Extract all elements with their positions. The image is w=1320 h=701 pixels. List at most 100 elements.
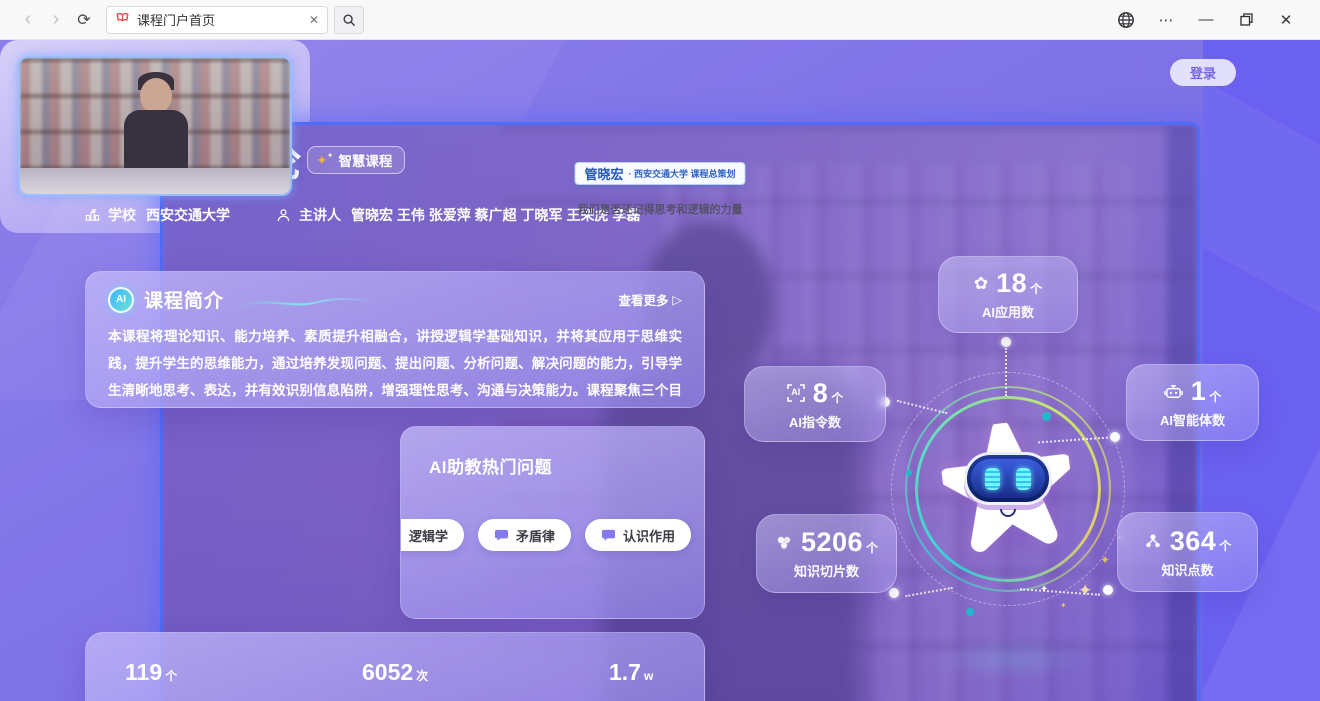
stat-unit: 个 <box>1209 388 1221 405</box>
tab-title: 课程门户首页 <box>137 10 302 29</box>
stat-value: 18 <box>996 268 1027 299</box>
course-portal-page: 泛雅 登录 逻辑学概论 ✦✦ 智慧课程 学校 西安交通大学 主讲人 管晓宏 王伟… <box>0 40 1320 701</box>
speaker-figure <box>140 78 172 114</box>
teal-dot-decoration <box>1042 412 1051 421</box>
chat-bubble-icon <box>400 528 402 543</box>
stat-value: 1.7 <box>609 659 641 685</box>
molecule-icon <box>775 534 793 552</box>
teal-dot-decoration <box>906 470 912 476</box>
smart-course-badge-label: 智慧课程 <box>338 150 392 170</box>
robot-icon <box>1164 382 1183 401</box>
connector-line <box>1005 348 1007 396</box>
ai-hot-questions-card: AI助教热门问题 逻辑学 矛盾律 <box>400 426 705 619</box>
login-button[interactable]: 登录 <box>1170 59 1236 86</box>
floor-reflection <box>928 638 1092 680</box>
stat-value: 8 <box>813 378 829 409</box>
question-tag[interactable]: 矛盾律 <box>478 519 571 551</box>
window-controls: ⋯ — ✕ <box>1106 5 1306 35</box>
question-tag-list: 逻辑学 矛盾律 认识作用 <box>401 519 691 551</box>
restore-button[interactable] <box>1226 5 1266 35</box>
speaker-description: · 西安交通大学 课程总策划 <box>629 167 736 180</box>
connector-dot <box>1001 337 1011 347</box>
stat-label: AI应用数 <box>982 302 1034 321</box>
stat-unit: 个 <box>1219 537 1231 554</box>
stat-course-visits: 1.7w 课程访问量 <box>609 659 674 701</box>
browser-search-button[interactable] <box>334 6 364 34</box>
stat-label: 知识点数 <box>1161 560 1213 579</box>
ai-circle-icon: AI <box>108 287 134 313</box>
address-bar[interactable]: 课程门户首页 ✕ <box>106 6 328 34</box>
question-tag[interactable]: 逻辑学 <box>400 519 464 551</box>
browser-back-button[interactable]: ‹ <box>14 6 42 34</box>
speaker-video-card[interactable]: 管晓宏 · 西安交通大学 课程总策划 我们是否还记得思考和逻辑的力量 <box>0 40 310 233</box>
browser-menu-button[interactable]: ⋯ <box>1146 5 1186 35</box>
course-intro-text: 本课程将理论知识、能力培养、素质提升相融合，讲授逻辑学基础知识，并将其应用于思维… <box>108 323 682 404</box>
video-subtitle: 我们是否还记得思考和逻辑的力量 <box>0 201 1320 217</box>
arrow-right-icon: ▷ <box>672 292 682 307</box>
connector-dot <box>889 588 899 598</box>
question-tag[interactable]: 认识作用 <box>585 519 691 551</box>
stat-card-ai-commands: AI 8 个 AI指令数 <box>744 366 886 442</box>
browser-toolbar: ‹ › ⟳ 课程门户首页 ✕ ⋯ <box>0 0 1320 40</box>
stat-value: 119 <box>125 659 162 685</box>
flower-icon: ✿ <box>974 274 988 294</box>
browser-forward-button[interactable]: › <box>42 6 70 34</box>
sparkle-icon: ✦ <box>1060 602 1067 610</box>
stat-value: 6052 <box>362 659 413 685</box>
speaker-video-thumbnail <box>18 56 292 196</box>
robot-eye <box>1016 468 1031 490</box>
network-icon <box>1144 532 1162 550</box>
stat-value: 1 <box>1191 376 1207 407</box>
stat-unit: 个 <box>165 669 177 683</box>
robot-eye <box>985 468 1000 490</box>
stat-label: AI智能体数 <box>1160 410 1225 429</box>
stat-unit: 个 <box>831 389 843 406</box>
view-more-label: 查看更多 <box>618 290 668 309</box>
speaker-name: 管晓宏 <box>584 164 623 183</box>
stat-card-knowledge-slices: 5206 个 知识切片数 <box>756 514 897 593</box>
ai-hot-questions-title: AI助教热门问题 <box>429 453 552 478</box>
chat-bubble-icon <box>601 528 616 543</box>
stat-value: 364 <box>1170 526 1217 557</box>
ai-command-icon: AI <box>787 384 805 402</box>
tab-close-icon[interactable]: ✕ <box>309 13 319 27</box>
globe-icon <box>1117 11 1135 29</box>
wave-decoration-icon <box>240 293 370 311</box>
speaker-name-plate: 管晓宏 · 西安交通大学 课程总策划 <box>574 162 745 185</box>
sparkle-icon: ✦ <box>1100 554 1110 566</box>
stat-unit: 个 <box>866 539 878 556</box>
question-tag-label: 逻辑学 <box>409 526 448 545</box>
course-intro-card: AI 课程简介 查看更多 ▷ 本课程将理论知识、能力培养、素质提升相融合，讲授逻… <box>85 271 705 408</box>
restore-icon <box>1240 13 1253 26</box>
chat-bubble-icon <box>494 528 509 543</box>
stat-course-resources: 119个 课程资源数 <box>125 659 190 701</box>
question-tag-label: 认识作用 <box>623 526 675 545</box>
site-book-icon <box>115 12 130 27</box>
connector-dot <box>1103 585 1113 595</box>
view-more-link[interactable]: 查看更多 ▷ <box>618 290 682 309</box>
stat-card-ai-apps: ✿ 18 个 AI应用数 <box>938 256 1078 333</box>
stat-unit: 个 <box>1030 280 1042 297</box>
stat-unit: 次 <box>416 669 428 683</box>
close-button[interactable]: ✕ <box>1266 5 1306 35</box>
connector-dot <box>1110 432 1120 442</box>
robot-visor <box>964 452 1052 505</box>
stat-course-activities: 6052次 课程活动数 <box>362 659 428 701</box>
smart-course-badge: ✦✦ 智慧课程 <box>307 146 405 174</box>
sparkle-icon: ✦ <box>1078 582 1092 599</box>
teal-dot-decoration <box>966 608 974 616</box>
course-stats-card: 119个 课程资源数 6052次 课程活动数 1.7w 课程访问量 <box>85 632 705 701</box>
search-icon <box>342 13 356 27</box>
app-window: ‹ › ⟳ 课程门户首页 ✕ ⋯ <box>0 0 1320 701</box>
course-intro-title: 课程简介 <box>144 286 224 313</box>
browser-refresh-button[interactable]: ⟳ <box>70 6 98 34</box>
stat-value: 5206 <box>801 527 863 558</box>
stat-unit: w <box>644 669 653 683</box>
stat-card-ai-agents: 1 个 AI智能体数 <box>1126 364 1259 441</box>
minimize-button[interactable]: — <box>1186 5 1226 35</box>
globe-button[interactable] <box>1106 5 1146 35</box>
stat-card-knowledge-points: 364 个 知识点数 <box>1117 512 1258 592</box>
stat-label: AI指令数 <box>789 412 841 431</box>
sparkle-icon: ✦ <box>327 151 334 160</box>
question-tag-label: 矛盾律 <box>516 526 555 545</box>
